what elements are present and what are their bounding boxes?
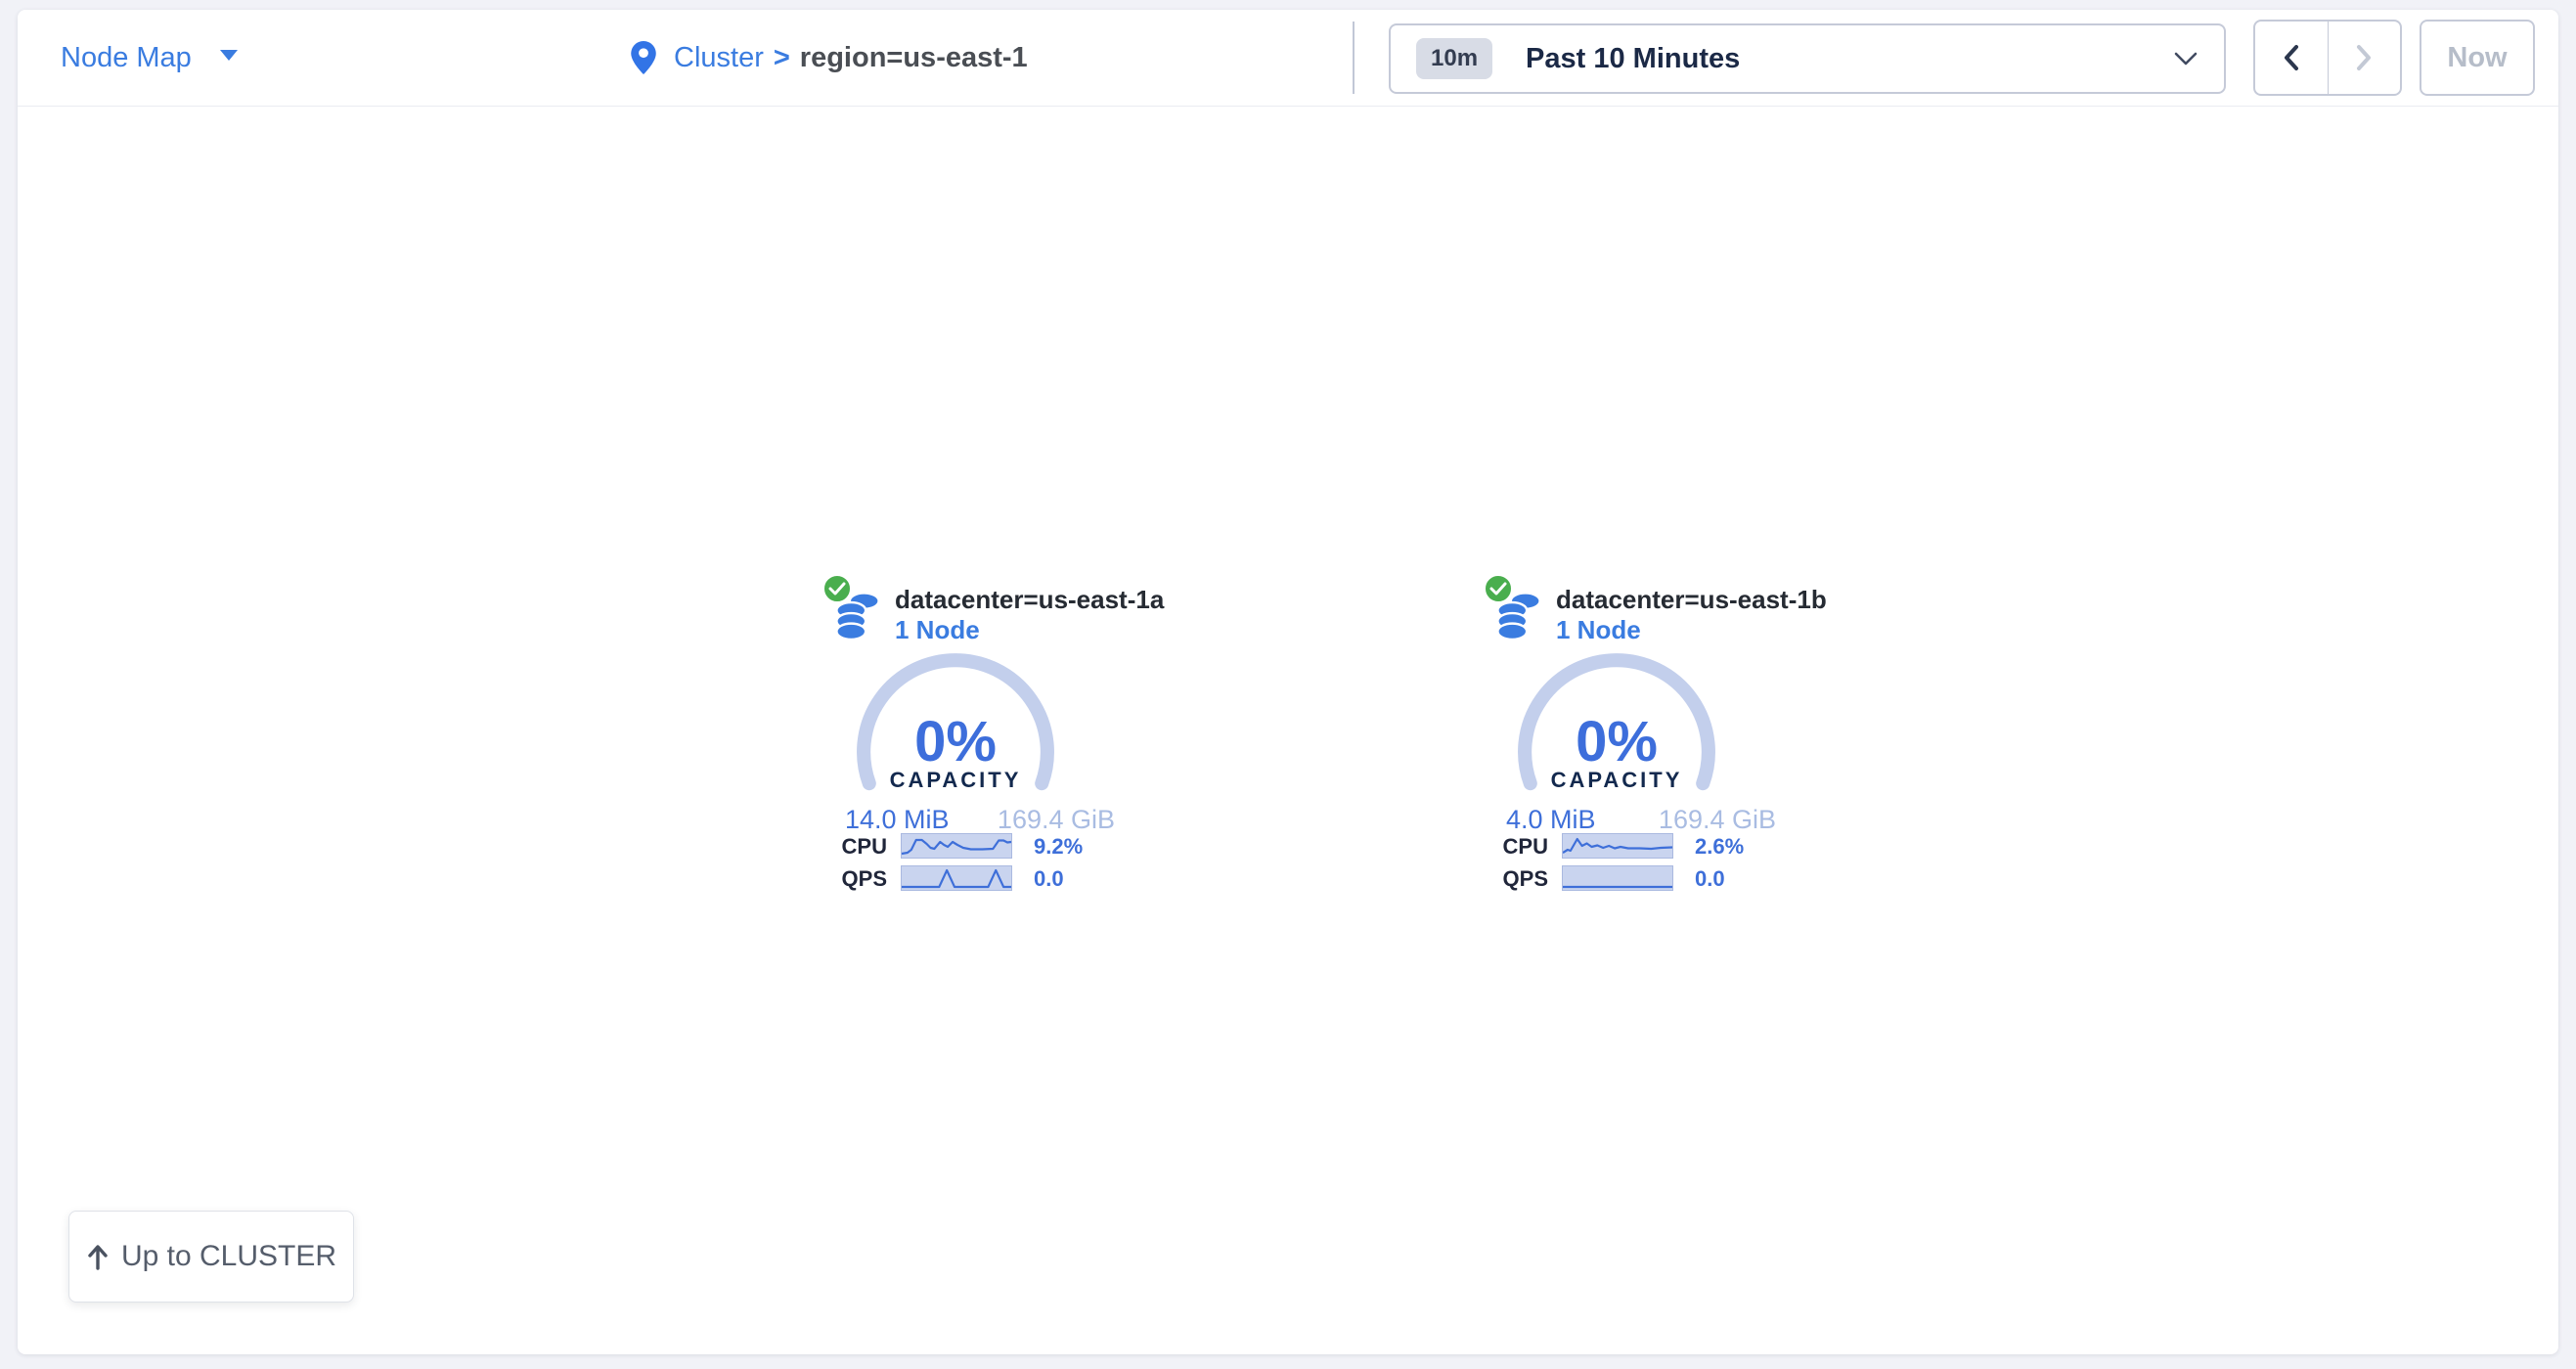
qps-value: 0.0 [1034, 866, 1064, 892]
capacity-total: 169.4 GiB [998, 805, 1115, 835]
arrow-up-icon [86, 1243, 110, 1270]
cpu-value: 9.2% [1034, 834, 1083, 860]
qps-metric-row: QPS 0.0 [1483, 865, 1807, 891]
breadcrumb-separator: > [774, 42, 790, 74]
view-selector-dropdown[interactable]: Node Map [61, 10, 239, 106]
cpu-sparkline [1562, 833, 1673, 859]
locality-node-count: 1 Node [895, 615, 980, 645]
cpu-label: CPU [822, 834, 887, 860]
capacity-values-row: 4.0 MiB 169.4 GiB [1506, 805, 1776, 835]
qps-metric-row: QPS 0.0 [822, 865, 1146, 891]
locality-node-count: 1 Node [1556, 615, 1641, 645]
location-pin-icon [631, 41, 656, 74]
main-panel: Node Map Cluster > region=us-east-1 [18, 10, 2558, 1354]
cpu-value: 2.6% [1695, 834, 1744, 860]
qps-sparkline [901, 865, 1012, 891]
chevron-down-icon [2173, 51, 2198, 66]
capacity-percent: 0% [852, 709, 1059, 774]
breadcrumb-cluster-link[interactable]: Cluster [674, 42, 764, 74]
capacity-used: 4.0 MiB [1506, 805, 1596, 835]
locality-title: datacenter=us-east-1a [895, 585, 1164, 615]
capacity-total: 169.4 GiB [1659, 805, 1776, 835]
time-nav-group [2253, 20, 2402, 96]
header-bar: Node Map Cluster > region=us-east-1 [18, 10, 2558, 107]
capacity-percent: 0% [1513, 709, 1720, 774]
up-to-cluster-button[interactable]: Up to CLUSTER [68, 1211, 354, 1303]
capacity-values-row: 14.0 MiB 169.4 GiB [845, 805, 1115, 835]
up-to-cluster-label: Up to CLUSTER [121, 1240, 336, 1273]
cpu-metric-row: CPU 9.2% [822, 833, 1146, 859]
node-map-page: Node Map Cluster > region=us-east-1 [0, 0, 2576, 1369]
time-window-badge: 10m [1416, 38, 1492, 79]
qps-sparkline [1562, 865, 1673, 891]
capacity-caption: CAPACITY [852, 768, 1059, 793]
capacity-caption: CAPACITY [1513, 768, 1720, 793]
locality-title: datacenter=us-east-1b [1556, 585, 1827, 615]
status-ok-icon [1483, 573, 1514, 604]
time-window-label: Past 10 Minutes [1526, 43, 1740, 75]
locality-card[interactable]: datacenter=us-east-1a 1 Node 0% CAPACITY… [822, 573, 1146, 905]
qps-label: QPS [822, 866, 887, 892]
time-next-button[interactable] [2329, 22, 2401, 94]
capacity-used: 14.0 MiB [845, 805, 950, 835]
cpu-label: CPU [1483, 834, 1548, 860]
cpu-sparkline [901, 833, 1012, 859]
breadcrumb: Cluster > region=us-east-1 [631, 10, 1028, 106]
time-prev-button[interactable] [2255, 22, 2329, 94]
view-selector-label: Node Map [61, 42, 192, 74]
time-window-selector[interactable]: 10m Past 10 Minutes [1389, 23, 2226, 94]
header-divider [1353, 22, 1355, 94]
chevron-right-icon [2352, 42, 2376, 73]
chevron-left-icon [2280, 42, 2303, 73]
breadcrumb-current: region=us-east-1 [800, 42, 1028, 74]
status-ok-icon [822, 573, 853, 604]
cpu-metric-row: CPU 2.6% [1483, 833, 1807, 859]
qps-label: QPS [1483, 866, 1548, 892]
now-button[interactable]: Now [2420, 20, 2535, 96]
qps-value: 0.0 [1695, 866, 1725, 892]
caret-down-icon [219, 49, 239, 66]
locality-card[interactable]: datacenter=us-east-1b 1 Node 0% CAPACITY… [1483, 573, 1807, 905]
